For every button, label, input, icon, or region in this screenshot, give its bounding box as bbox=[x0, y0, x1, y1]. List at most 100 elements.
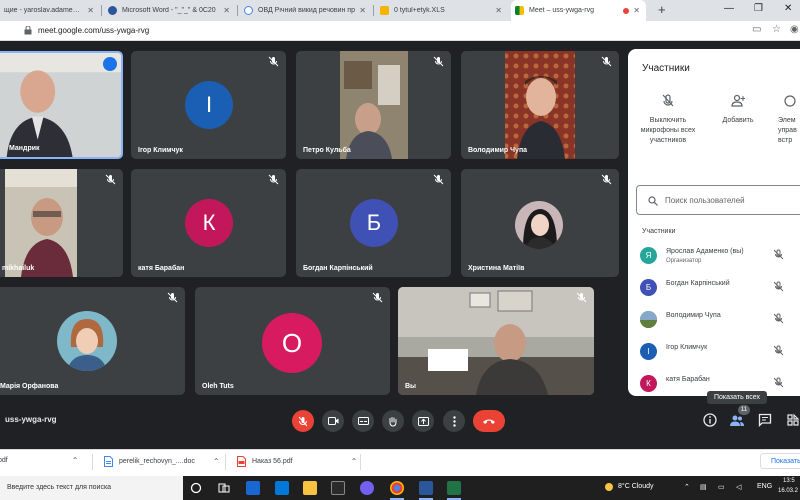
lock-icon bbox=[784, 95, 796, 107]
close-window-icon[interactable]: ✕ bbox=[784, 3, 792, 14]
app-icon[interactable] bbox=[331, 481, 345, 495]
camera-toggle-button[interactable] bbox=[322, 410, 344, 432]
app-icon[interactable] bbox=[246, 481, 260, 495]
participant-tile[interactable]: Марія Орфанова bbox=[0, 287, 185, 395]
search-people-input[interactable]: Поиск пользователей bbox=[636, 185, 800, 215]
participant-row[interactable]: Я Ярослав Адаменко (вы) Организатор bbox=[628, 241, 800, 271]
tab-xls[interactable]: 0 tytul+etyk.XLS ✕ bbox=[376, 0, 508, 21]
participant-row[interactable]: І Ігор Климчук bbox=[628, 337, 800, 367]
tab-mail[interactable]: щие - yaroslav.adamenko@ ✕ bbox=[0, 0, 100, 21]
close-icon[interactable]: ✕ bbox=[223, 6, 230, 15]
download-item[interactable]: Наказ 56.pdf ⌃ bbox=[237, 456, 357, 467]
url-field[interactable]: meet.google.com/uss-ywga-rvg bbox=[38, 26, 149, 35]
chevron-up-icon[interactable]: ⌃ bbox=[72, 456, 79, 465]
participant-tile[interactable]: Петро Кульба bbox=[296, 51, 451, 159]
camera-icon[interactable]: ▭ bbox=[752, 24, 761, 35]
chevron-up-icon[interactable]: ⌃ bbox=[351, 457, 358, 466]
show-all-downloads-button[interactable]: Показать bbox=[760, 453, 800, 469]
download-filename: pdf bbox=[0, 457, 8, 464]
avatar bbox=[515, 201, 563, 249]
participant-tile[interactable]: К катя Барабан bbox=[131, 169, 286, 277]
chevron-up-icon[interactable]: ⌃ bbox=[213, 457, 220, 466]
participant-tile[interactable]: mikhailuk bbox=[0, 169, 123, 277]
minimize-icon[interactable]: — bbox=[724, 3, 734, 14]
tab-label: Meet – uss-ywga-rvg bbox=[529, 7, 594, 14]
mic-off-icon bbox=[601, 56, 612, 67]
participant-tile[interactable]: Мандрик bbox=[0, 51, 123, 159]
avatar-letter: К bbox=[202, 210, 216, 235]
mic-off-icon[interactable] bbox=[773, 281, 784, 292]
profile-icon[interactable]: ◉ bbox=[790, 24, 799, 35]
close-icon[interactable]: ✕ bbox=[359, 6, 366, 15]
participant-row[interactable]: Б Богдан Карпінський bbox=[628, 273, 800, 303]
participant-name: Марія Орфанова bbox=[0, 383, 59, 390]
info-icon[interactable] bbox=[703, 413, 717, 427]
chat-icon[interactable] bbox=[758, 413, 772, 427]
lock-icon[interactable] bbox=[24, 26, 32, 35]
weather-text[interactable]: 8°C Cloudy bbox=[618, 483, 653, 490]
close-icon[interactable]: ✕ bbox=[87, 6, 94, 15]
participant-tile[interactable]: O Oleh Tuts bbox=[195, 287, 390, 395]
chevron-up-icon[interactable]: ⌃ bbox=[684, 483, 690, 491]
taskbar-search-input[interactable]: Введите здесь текст для поиска bbox=[0, 476, 183, 500]
participant-tile[interactable]: Христина Матіїв bbox=[461, 169, 619, 277]
maximize-icon[interactable]: ❐ bbox=[754, 3, 763, 14]
add-people-button[interactable]: Добавить bbox=[708, 94, 768, 126]
mic-off-icon[interactable] bbox=[773, 377, 784, 388]
bookmark-icon[interactable]: ☆ bbox=[772, 24, 781, 35]
mute-all-button[interactable]: Выключить микрофоны всех участников bbox=[634, 94, 702, 146]
folder-icon[interactable] bbox=[303, 481, 317, 495]
google-icon bbox=[244, 6, 253, 15]
battery-icon[interactable]: ▭ bbox=[718, 483, 725, 491]
host-controls-button[interactable]: Элем управ встр bbox=[778, 94, 800, 146]
search-placeholder: Поиск пользователей bbox=[665, 196, 745, 205]
close-icon[interactable]: ✕ bbox=[495, 6, 502, 15]
sheet-icon bbox=[380, 6, 389, 15]
participant-tile[interactable]: Володимир Чупа bbox=[461, 51, 619, 159]
chrome-icon[interactable] bbox=[390, 481, 404, 495]
participant-name: Мандрик bbox=[9, 145, 40, 152]
download-item[interactable]: pdf ⌃ bbox=[0, 456, 78, 465]
tab-meet[interactable]: Meet – uss-ywga-rvg ✕ bbox=[511, 0, 646, 21]
present-screen-button[interactable] bbox=[412, 410, 434, 432]
participant-name: катя Барабан bbox=[138, 265, 185, 272]
captions-button[interactable] bbox=[352, 410, 374, 432]
mic-off-icon[interactable] bbox=[773, 249, 784, 260]
tab-google[interactable]: ОВД Річний викид речовин пр ✕ bbox=[240, 0, 372, 21]
volume-icon[interactable]: ◁ bbox=[736, 483, 741, 491]
video-feed bbox=[461, 51, 619, 159]
new-tab-button[interactable]: + bbox=[658, 2, 666, 17]
participant-tile[interactable]: Б Богдан Карпінський bbox=[296, 169, 451, 277]
doc-file-icon bbox=[104, 456, 113, 467]
task-view-icon[interactable] bbox=[218, 482, 230, 494]
language-indicator[interactable]: ENG bbox=[757, 483, 772, 490]
viber-icon[interactable] bbox=[360, 481, 374, 495]
panel-title: Участники bbox=[642, 63, 690, 74]
mic-off-icon bbox=[662, 94, 674, 107]
clock-date[interactable]: 16.03.2 bbox=[778, 488, 798, 494]
edge-icon[interactable] bbox=[275, 481, 289, 495]
excel-icon[interactable] bbox=[447, 481, 461, 495]
download-item[interactable]: perelik_rechovyn_....doc ⌃ bbox=[104, 456, 220, 467]
raise-hand-button[interactable] bbox=[382, 410, 404, 432]
people-icon[interactable] bbox=[730, 413, 744, 427]
activities-icon[interactable] bbox=[786, 413, 800, 427]
mic-off-icon[interactable] bbox=[773, 345, 784, 356]
participant-name: Богдан Карпінський bbox=[666, 280, 730, 287]
participant-tile[interactable]: І Ігор Климчук bbox=[131, 51, 286, 159]
tab-word[interactable]: Microsoft Word - "_"_" & 0С20 ✕ bbox=[104, 0, 236, 21]
meet-icon bbox=[515, 6, 524, 15]
close-icon[interactable]: ✕ bbox=[633, 6, 640, 15]
self-tile[interactable]: Вы bbox=[398, 287, 594, 395]
word-icon[interactable] bbox=[419, 481, 433, 495]
task-view-icon[interactable] bbox=[190, 482, 202, 494]
mic-toggle-button[interactable] bbox=[292, 410, 314, 432]
more-options-button[interactable] bbox=[443, 410, 465, 432]
meeting-code: uss-ywga-rvg bbox=[5, 415, 57, 424]
clock-time[interactable]: 13:5 bbox=[783, 478, 795, 484]
participant-row[interactable]: Володимир Чупа bbox=[628, 305, 800, 335]
participant-name: Вы bbox=[405, 383, 417, 390]
network-icon[interactable]: ▤ bbox=[700, 483, 707, 491]
leave-call-button[interactable] bbox=[473, 410, 505, 432]
mic-off-icon[interactable] bbox=[773, 313, 784, 324]
